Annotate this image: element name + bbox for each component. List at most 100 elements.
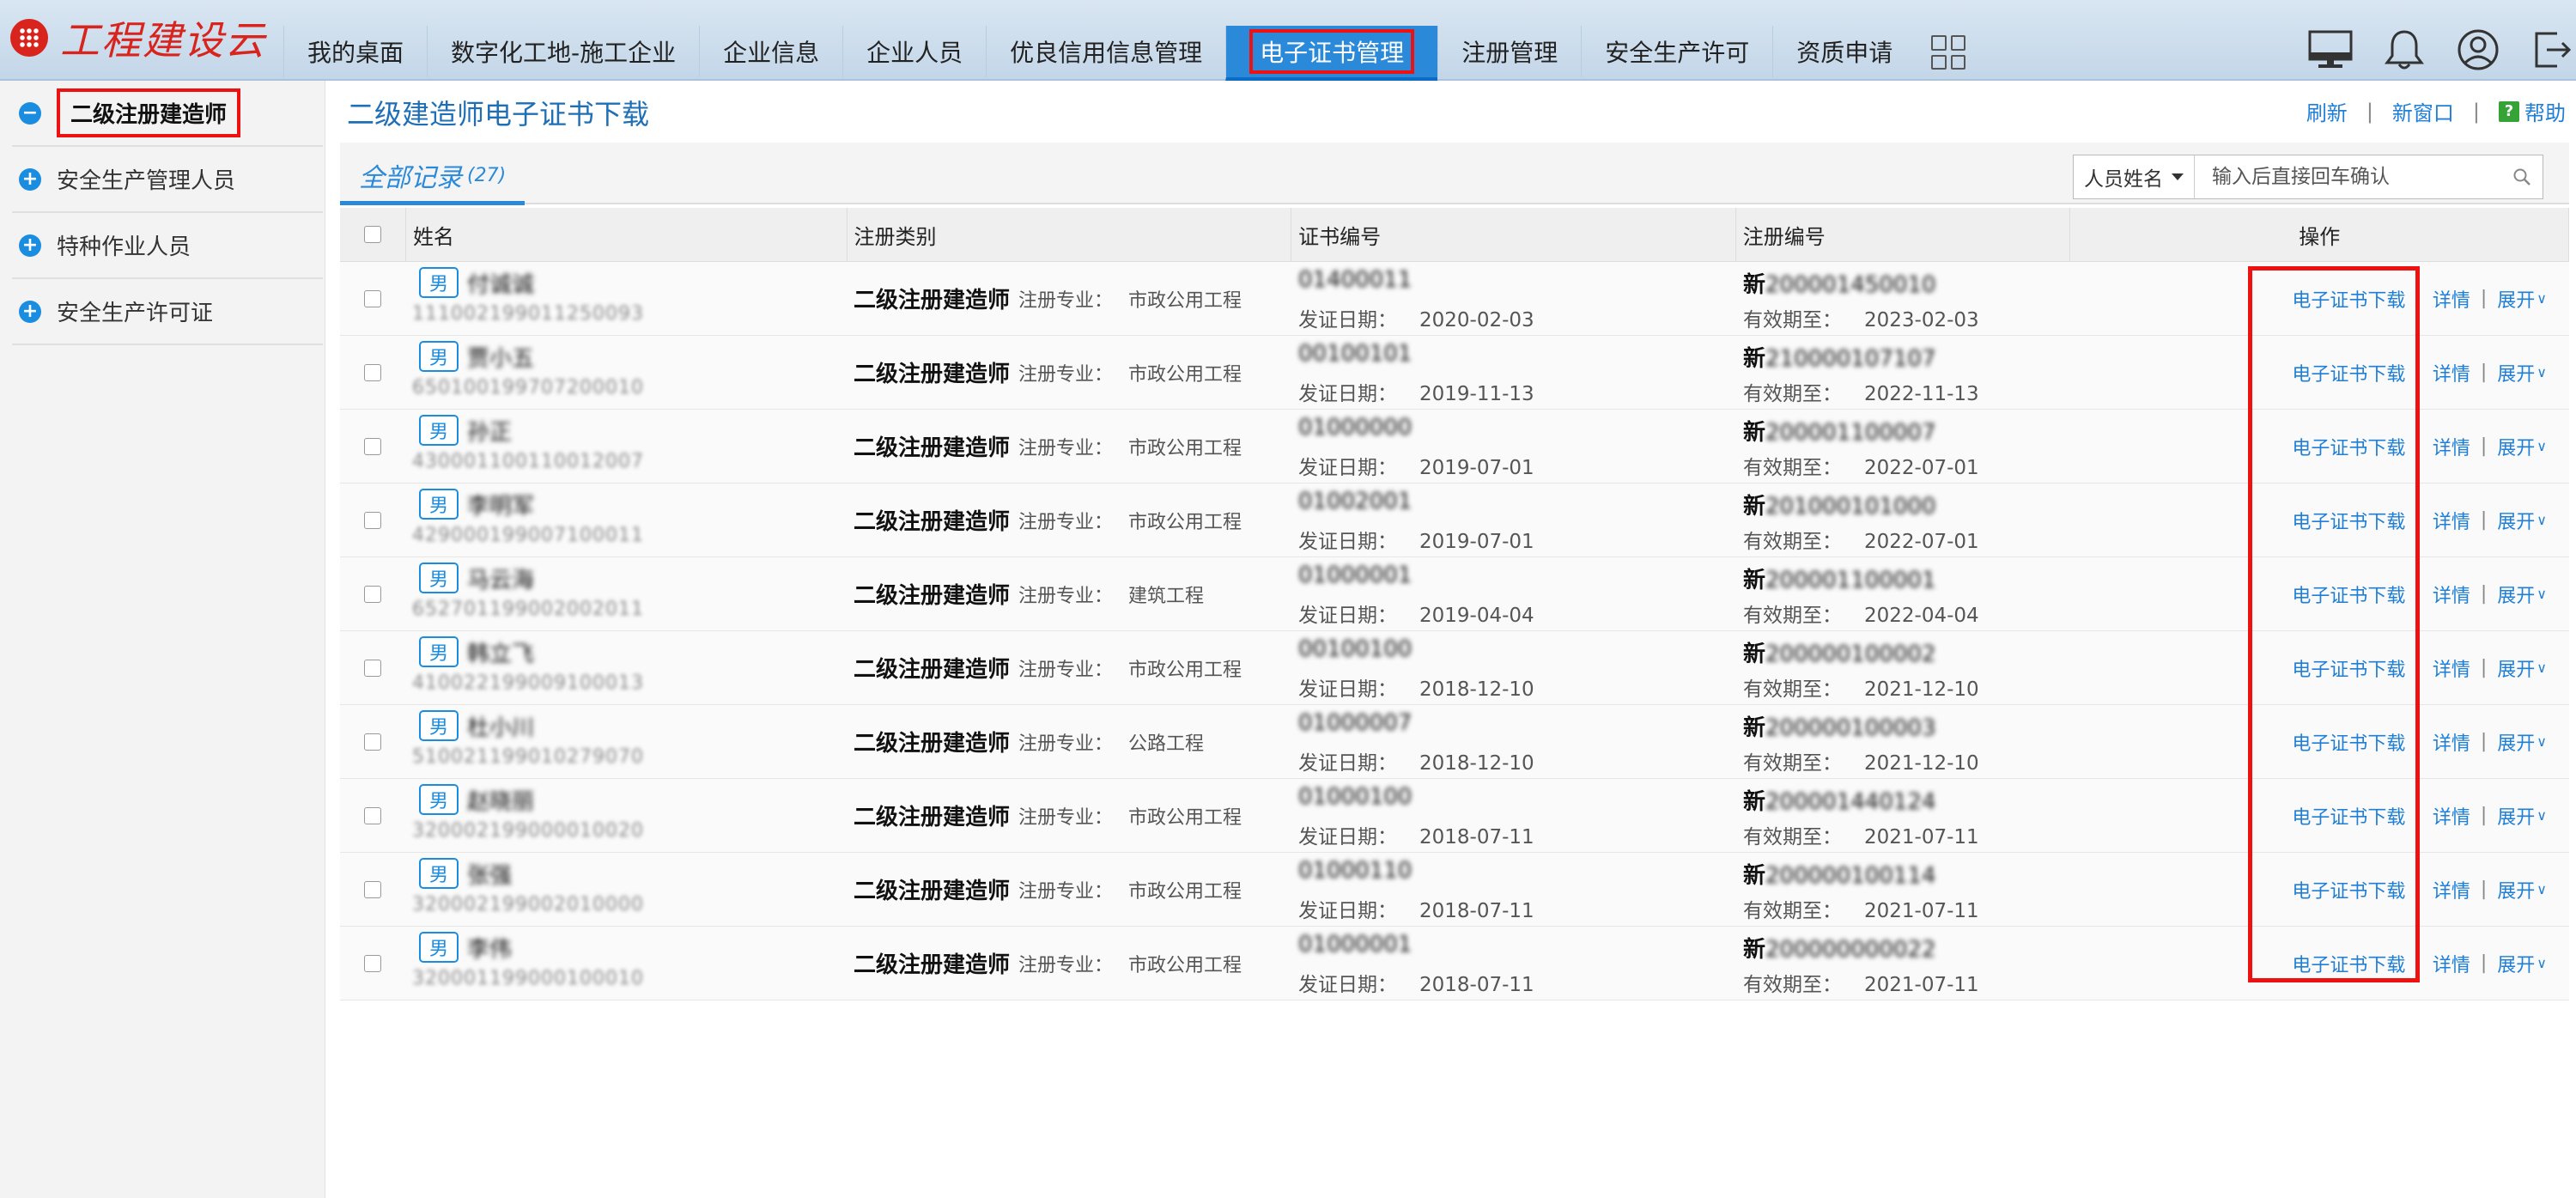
row-checkbox[interactable] bbox=[364, 733, 381, 751]
header-reg-no: 注册编号 bbox=[1742, 224, 1826, 249]
sidebar-item-0[interactable]: − 二级注册建造师 bbox=[12, 81, 323, 147]
tab-all-records[interactable]: 全部记录 (27) bbox=[340, 149, 526, 205]
row-checkbox[interactable] bbox=[364, 954, 381, 972]
person-id-number: 650100199707200010 bbox=[412, 377, 644, 398]
sidebar-item-label: 安全生产管理人员 bbox=[57, 168, 236, 194]
row-checkbox[interactable] bbox=[364, 880, 381, 898]
search-input[interactable] bbox=[2195, 157, 2506, 197]
search-field-select[interactable]: 人员姓名 bbox=[2074, 155, 2195, 198]
row-checkbox[interactable] bbox=[364, 585, 381, 603]
download-certificate-link[interactable]: 电子证书下载 bbox=[2292, 507, 2405, 534]
gender-badge: 男 bbox=[419, 636, 459, 667]
sidebar-item-2[interactable]: + 特种作业人员 bbox=[12, 213, 323, 279]
valid-until-date: 2022-04-04 bbox=[1864, 605, 1979, 627]
select-all-checkbox[interactable] bbox=[363, 226, 381, 243]
expand-link[interactable]: 展开 bbox=[2497, 876, 2535, 903]
valid-until-date: 2021-07-11 bbox=[1864, 826, 1979, 848]
detail-link[interactable]: 详情 bbox=[2433, 950, 2470, 977]
expand-link[interactable]: 展开 bbox=[2497, 654, 2535, 682]
expand-link[interactable]: 展开 bbox=[2497, 433, 2535, 460]
certificate-number: 01000000 bbox=[1298, 415, 1413, 441]
nav-item-6[interactable]: 注册管理 bbox=[1437, 26, 1581, 77]
issue-date: 2019-07-01 bbox=[1419, 457, 1534, 479]
detail-link[interactable]: 详情 bbox=[2433, 802, 2470, 830]
table-row: 男孙正 430001100110012007 二级注册建造师 注册专业： 市政公用工程 0… bbox=[340, 410, 2569, 483]
row-checkbox[interactable] bbox=[364, 511, 381, 529]
help-icon[interactable]: ? bbox=[2499, 100, 2519, 122]
nav-item-3[interactable]: 企业人员 bbox=[842, 26, 986, 77]
nav-item-5[interactable]: 电子证书管理 bbox=[1225, 26, 1438, 81]
registration-number: 200001440124 bbox=[1765, 789, 1936, 815]
table-row: 男赵晓丽 320002199000010020 二级注册建造师 注册专业： 市政公用工程… bbox=[340, 779, 2569, 853]
row-checkbox[interactable] bbox=[364, 437, 381, 455]
expand-link[interactable]: 展开 bbox=[2497, 359, 2535, 386]
registration-type: 二级注册建造师 bbox=[854, 952, 1011, 978]
reg-prefix: 新 bbox=[1743, 346, 1766, 372]
detail-link[interactable]: 详情 bbox=[2433, 654, 2470, 682]
download-certificate-link[interactable]: 电子证书下载 bbox=[2292, 581, 2405, 608]
chevron-down-icon: ∨ bbox=[2537, 512, 2547, 528]
nav-item-7[interactable]: 安全生产许可 bbox=[1581, 26, 1772, 77]
nav-item-8[interactable]: 资质申请 bbox=[1772, 26, 1916, 77]
registration-type: 二级注册建造师 bbox=[854, 879, 1011, 904]
nav-item-0[interactable]: 我的桌面 bbox=[283, 26, 427, 77]
nav-item-4[interactable]: 优良信用信息管理 bbox=[986, 26, 1225, 77]
plus-circle-icon: + bbox=[19, 300, 41, 323]
download-certificate-link[interactable]: 电子证书下载 bbox=[2292, 728, 2405, 756]
main-nav: 我的桌面 数字化工地-施工企业 企业信息 企业人员 优良信用信息管理 电子证书管理 注册管理… bbox=[283, 26, 1966, 81]
expand-link[interactable]: 展开 bbox=[2497, 950, 2535, 977]
specialty-value: 市政公用工程 bbox=[1128, 880, 1242, 903]
person-name: 张强 bbox=[467, 863, 513, 889]
row-checkbox[interactable] bbox=[364, 363, 381, 381]
download-certificate-link[interactable]: 电子证书下载 bbox=[2292, 359, 2405, 386]
expand-link[interactable]: 展开 bbox=[2497, 581, 2535, 608]
logout-icon[interactable] bbox=[2528, 26, 2576, 74]
expand-link[interactable]: 展开 bbox=[2497, 728, 2535, 756]
reg-prefix: 新 bbox=[1743, 789, 1766, 815]
user-icon[interactable] bbox=[2454, 26, 2502, 74]
detail-link[interactable]: 详情 bbox=[2433, 285, 2470, 313]
detail-link[interactable]: 详情 bbox=[2433, 581, 2470, 608]
detail-link[interactable]: 详情 bbox=[2433, 433, 2470, 460]
nav-item-2[interactable]: 企业信息 bbox=[699, 26, 842, 77]
download-certificate-link[interactable]: 电子证书下载 bbox=[2292, 654, 2405, 682]
detail-link[interactable]: 详情 bbox=[2433, 507, 2470, 534]
divider: | bbox=[2415, 657, 2422, 678]
gender-badge: 男 bbox=[419, 858, 459, 889]
certificate-table: 姓名 注册类别 证书编号 注册编号 操作 男付诚诚 111002199011250… bbox=[340, 208, 2570, 1000]
table-row: 男马云海 652701199002002011 二级注册建造师 注册专业： 建筑工程 01… bbox=[340, 557, 2569, 631]
monitor-icon[interactable] bbox=[2306, 26, 2354, 74]
expand-link[interactable]: 展开 bbox=[2497, 802, 2535, 830]
download-certificate-link[interactable]: 电子证书下载 bbox=[2292, 950, 2405, 977]
detail-link[interactable]: 详情 bbox=[2433, 359, 2470, 386]
help-link[interactable]: 帮助 bbox=[2524, 96, 2566, 126]
registration-number: 200000000022 bbox=[1765, 937, 1936, 963]
page-actions: 刷新 | 新窗口 | ? 帮助 bbox=[2306, 96, 2566, 126]
bell-icon[interactable] bbox=[2380, 26, 2428, 74]
nav-item-label: 优良信用信息管理 bbox=[1010, 39, 1203, 67]
issue-date: 2018-12-10 bbox=[1419, 678, 1534, 701]
apps-grid-icon[interactable] bbox=[1931, 35, 1966, 70]
sidebar-item-1[interactable]: + 安全生产管理人员 bbox=[12, 147, 323, 213]
download-certificate-link[interactable]: 电子证书下载 bbox=[2292, 876, 2405, 903]
download-certificate-link[interactable]: 电子证书下载 bbox=[2292, 433, 2405, 460]
row-checkbox[interactable] bbox=[364, 289, 381, 307]
nav-item-1[interactable]: 数字化工地-施工企业 bbox=[427, 26, 699, 77]
app-logo[interactable]: 工程建设云 bbox=[10, 10, 266, 65]
expand-link[interactable]: 展开 bbox=[2497, 285, 2535, 313]
row-checkbox[interactable] bbox=[364, 659, 381, 677]
divider: | bbox=[2415, 879, 2422, 900]
specialty-label: 注册专业： bbox=[1018, 363, 1114, 386]
download-certificate-link[interactable]: 电子证书下载 bbox=[2292, 802, 2405, 830]
row-checkbox[interactable] bbox=[364, 806, 381, 824]
divider: | bbox=[2366, 99, 2373, 124]
specialty-value: 市政公用工程 bbox=[1128, 659, 1242, 681]
detail-link[interactable]: 详情 bbox=[2433, 876, 2470, 903]
expand-link[interactable]: 展开 bbox=[2497, 507, 2535, 534]
new-window-link[interactable]: 新窗口 bbox=[2392, 96, 2454, 126]
sidebar-item-3[interactable]: + 安全生产许可证 bbox=[12, 279, 323, 345]
download-certificate-link[interactable]: 电子证书下载 bbox=[2292, 285, 2405, 313]
search-icon[interactable] bbox=[2506, 161, 2537, 192]
detail-link[interactable]: 详情 bbox=[2433, 728, 2470, 756]
refresh-link[interactable]: 刷新 bbox=[2306, 96, 2348, 126]
